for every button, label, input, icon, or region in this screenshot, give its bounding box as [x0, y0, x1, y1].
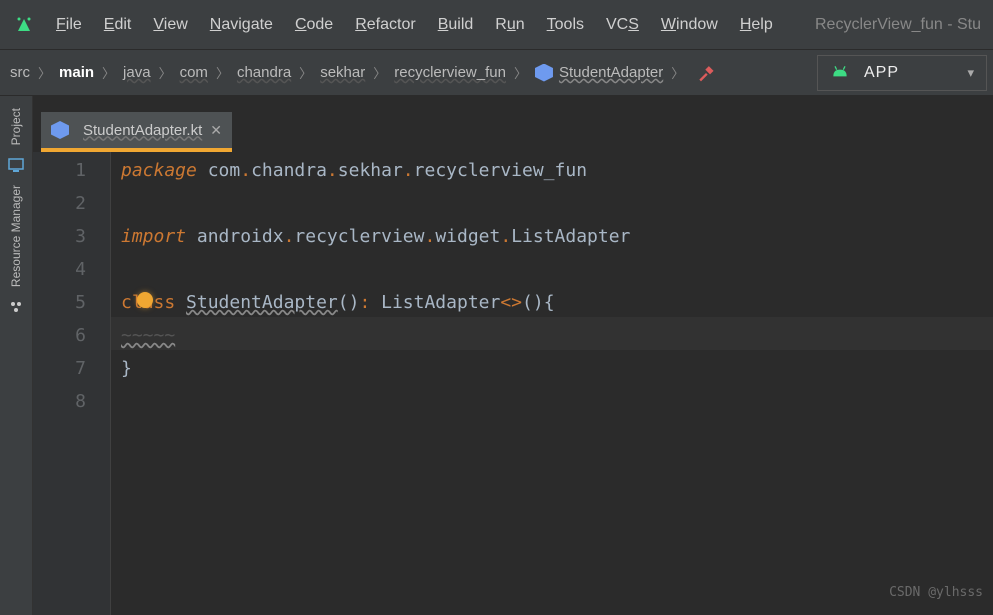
watermark-text: CSDN @ylhsss: [889, 576, 983, 609]
line-number: 7: [33, 352, 86, 385]
crumb-src[interactable]: src: [6, 64, 34, 81]
chevron-right-icon: 〉: [299, 63, 312, 82]
chevron-right-icon: 〉: [373, 63, 386, 82]
menu-navigate[interactable]: Navigate: [210, 16, 273, 34]
kotlin-file-icon: [51, 121, 69, 139]
close-tab-icon[interactable]: ✕: [210, 122, 222, 139]
tab-label: StudentAdapter.kt: [83, 122, 202, 139]
tab-studentadapter[interactable]: StudentAdapter.kt ✕: [41, 112, 232, 152]
crumb-studentadapter[interactable]: StudentAdapter: [531, 64, 667, 82]
menu-tools[interactable]: Tools: [547, 16, 584, 34]
menu-file[interactable]: File: [56, 16, 82, 34]
menu-bar: File Edit View Navigate Code Refactor Bu…: [0, 0, 993, 50]
run-configuration-selector[interactable]: APP ▾: [817, 55, 987, 91]
chevron-right-icon: 〉: [38, 63, 51, 82]
menu-vcs[interactable]: VCS: [606, 16, 639, 34]
left-toolbar: Project Resource Manager: [0, 96, 33, 615]
resource-icon[interactable]: [8, 299, 24, 315]
crumb-com[interactable]: com: [176, 64, 212, 81]
line-number: 2: [33, 187, 86, 220]
chevron-right-icon: 〉: [159, 63, 172, 82]
android-studio-icon: [12, 13, 36, 37]
monitor-icon[interactable]: [8, 157, 24, 173]
chevron-down-icon: ▾: [967, 65, 974, 81]
chevron-right-icon: 〉: [514, 63, 527, 82]
sidebar-resource-manager[interactable]: Resource Manager: [9, 185, 23, 287]
crumb-sekhar[interactable]: sekhar: [316, 64, 369, 81]
kotlin-class-icon: [535, 64, 553, 82]
line-gutter: 1 2 3 4 5 6 7 8: [33, 152, 111, 615]
editor-tabs: StudentAdapter.kt ✕: [33, 96, 993, 152]
code-editor[interactable]: package com.chandra.sekhar.recyclerview_…: [111, 152, 993, 615]
sidebar-project[interactable]: Project: [9, 108, 23, 145]
line-number: 8: [33, 385, 86, 418]
crumb-main[interactable]: main: [55, 64, 98, 81]
line-number: 5: [33, 286, 86, 319]
line-number: 3: [33, 220, 86, 253]
run-config-label: APP: [864, 64, 899, 82]
menu-edit[interactable]: Edit: [104, 16, 132, 34]
menu-window[interactable]: Window: [661, 16, 718, 34]
chevron-right-icon: 〉: [216, 63, 229, 82]
menu-run[interactable]: Run: [495, 16, 524, 34]
window-title: RecyclerView_fun - Stu: [815, 16, 981, 34]
line-number: 1: [33, 154, 86, 187]
menu-help[interactable]: Help: [740, 16, 773, 34]
navigation-bar: src 〉 main 〉 java 〉 com 〉 chandra 〉 sekh…: [0, 50, 993, 96]
chevron-right-icon: 〉: [102, 63, 115, 82]
crumb-recyclerviewfun[interactable]: recyclerview_fun: [390, 64, 510, 81]
menu-view[interactable]: View: [153, 16, 187, 34]
menu-build[interactable]: Build: [438, 16, 474, 34]
menu-refactor[interactable]: Refactor: [355, 16, 415, 34]
crumb-chandra[interactable]: chandra: [233, 64, 295, 81]
android-icon: [830, 63, 850, 83]
menu-items: File Edit View Navigate Code Refactor Bu…: [56, 16, 773, 34]
intention-bulb-icon[interactable]: [137, 292, 153, 308]
menu-code[interactable]: Code: [295, 16, 333, 34]
line-number: 6: [33, 319, 86, 352]
crumb-java[interactable]: java: [119, 64, 155, 81]
chevron-right-icon: 〉: [671, 63, 684, 82]
line-number: 4: [33, 253, 86, 286]
build-hammer-icon[interactable]: [696, 63, 716, 83]
